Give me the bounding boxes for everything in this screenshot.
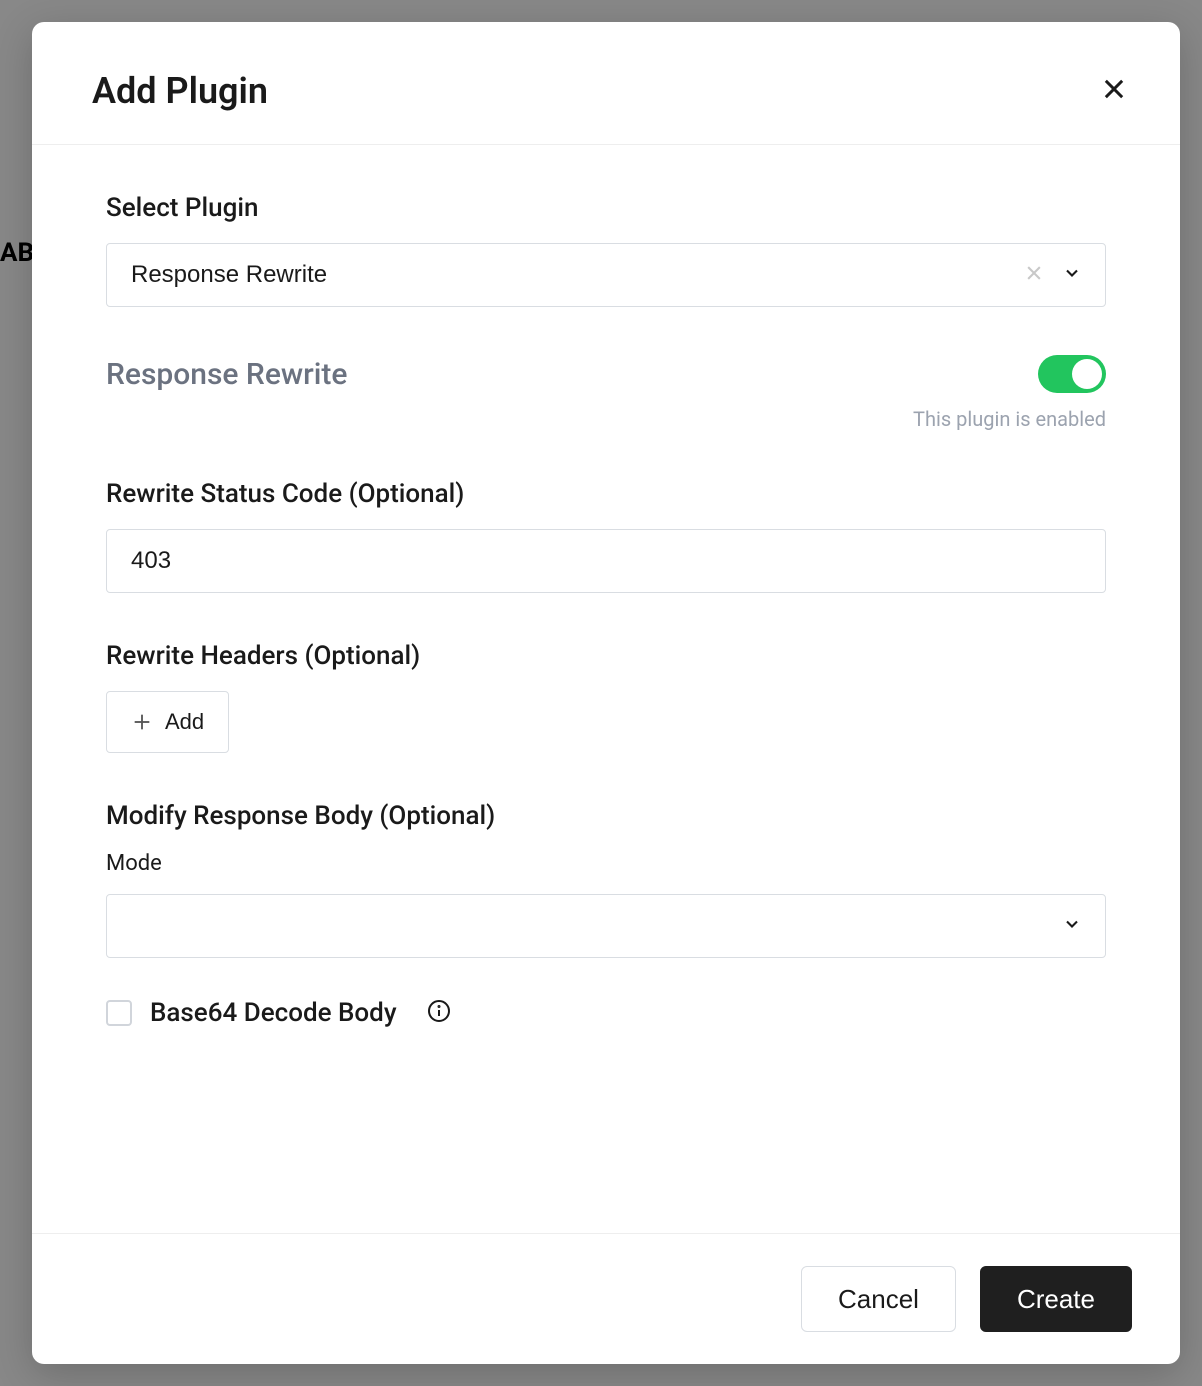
- rewrite-headers-group: Rewrite Headers (Optional) Add: [106, 641, 1106, 753]
- plus-icon: [131, 711, 153, 733]
- clear-icon: [1024, 263, 1044, 283]
- cancel-button[interactable]: Cancel: [801, 1266, 956, 1332]
- select-plugin-wrap: [106, 243, 1106, 307]
- plugin-name-label: Response Rewrite: [106, 357, 347, 392]
- modify-body-group: Modify Response Body (Optional) Mode Bas…: [106, 801, 1106, 1028]
- base64-label: Base64 Decode Body: [150, 998, 397, 1028]
- mode-select-input[interactable]: [106, 894, 1106, 958]
- plugin-toggle-row: Response Rewrite: [106, 355, 1106, 393]
- toggle-knob: [1072, 359, 1102, 389]
- add-header-button[interactable]: Add: [106, 691, 229, 753]
- plugin-toggle-group: Response Rewrite This plugin is enabled: [106, 355, 1106, 431]
- status-code-group: Rewrite Status Code (Optional): [106, 479, 1106, 593]
- base64-row: Base64 Decode Body: [106, 998, 1106, 1028]
- create-button[interactable]: Create: [980, 1266, 1132, 1332]
- modal-title: Add Plugin: [92, 70, 268, 112]
- select-plugin-label: Select Plugin: [106, 193, 1106, 223]
- close-icon: [1100, 75, 1128, 103]
- info-icon: [427, 999, 451, 1023]
- rewrite-headers-label: Rewrite Headers (Optional): [106, 641, 1106, 671]
- modify-body-label: Modify Response Body (Optional): [106, 801, 1106, 831]
- modal-footer: Cancel Create: [32, 1233, 1180, 1364]
- add-header-label: Add: [165, 709, 204, 735]
- base64-info[interactable]: [427, 999, 451, 1027]
- plugin-enabled-caption: This plugin is enabled: [106, 407, 1106, 431]
- select-plugin-group: Select Plugin: [106, 193, 1106, 307]
- backdrop-partial-text: AB: [0, 238, 34, 268]
- select-plugin-clear[interactable]: [1024, 263, 1044, 287]
- add-plugin-modal: Add Plugin Select Plugin Response Rewrit…: [32, 22, 1180, 1364]
- modal-header: Add Plugin: [32, 22, 1180, 145]
- status-code-input[interactable]: [106, 529, 1106, 593]
- mode-label: Mode: [106, 851, 1106, 876]
- select-plugin-input[interactable]: [106, 243, 1106, 307]
- base64-checkbox[interactable]: [106, 1000, 132, 1026]
- plugin-enabled-toggle[interactable]: [1038, 355, 1106, 393]
- status-code-label: Rewrite Status Code (Optional): [106, 479, 1106, 509]
- mode-select-wrap: [106, 894, 1106, 958]
- close-button[interactable]: [1096, 71, 1132, 111]
- modal-body: Select Plugin Response Rewrite This plug…: [32, 145, 1180, 1233]
